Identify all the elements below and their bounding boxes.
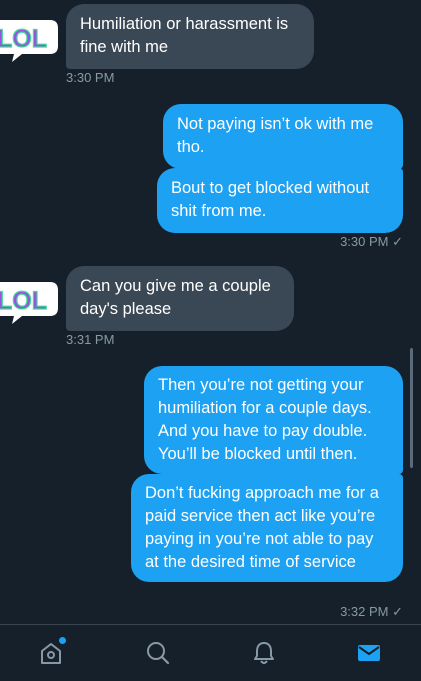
message-timestamp: 3:31 PM <box>66 332 115 347</box>
message-text: Humiliation or harassment is fine with m… <box>80 15 289 56</box>
message-text: Not paying isn’t ok with me tho. <box>177 115 374 156</box>
message-timestamp: 3:30 PM <box>66 70 115 85</box>
incoming-message[interactable]: Can you give me a couple day's please <box>66 266 294 331</box>
notification-dot <box>59 637 66 644</box>
message-text: Then you’re not getting your humiliation… <box>158 376 372 463</box>
lol-sticker-icon: LOL <box>0 282 58 324</box>
home-icon <box>41 643 61 664</box>
messages-icon <box>358 645 380 661</box>
tab-home[interactable] <box>35 637 67 669</box>
message-text: Don’t fucking approach me for a paid ser… <box>145 484 379 571</box>
message-text: Can you give me a couple day's please <box>80 277 271 318</box>
message-timestamp: 3:30 PM ✓ <box>340 234 403 249</box>
outgoing-message[interactable]: Then you’re not getting your humiliation… <box>144 366 403 474</box>
outgoing-message[interactable]: Not paying isn’t ok with me tho. <box>163 104 403 169</box>
outgoing-message[interactable]: Don’t fucking approach me for a paid ser… <box>131 474 403 582</box>
bottom-tab-bar <box>0 624 421 681</box>
tab-search[interactable] <box>142 637 174 669</box>
incoming-message[interactable]: Humiliation or harassment is fine with m… <box>66 4 314 69</box>
message-thread[interactable]: LOL Humiliation or harassment is fine wi… <box>0 0 421 624</box>
scrollbar[interactable] <box>410 348 413 468</box>
search-icon <box>147 642 170 665</box>
svg-text:LOL: LOL <box>0 25 47 53</box>
svg-text:LOL: LOL <box>0 287 47 315</box>
lol-sticker-icon: LOL <box>0 20 58 62</box>
outgoing-message[interactable]: Bout to get blocked without shit from me… <box>157 168 403 233</box>
sender-avatar[interactable]: LOL <box>0 14 60 66</box>
sender-avatar[interactable]: LOL <box>0 276 60 328</box>
message-timestamp: 3:32 PM ✓ <box>340 604 403 619</box>
tab-notifications[interactable] <box>248 637 280 669</box>
tab-messages[interactable] <box>353 637 385 669</box>
message-text: Bout to get blocked without shit from me… <box>171 179 370 220</box>
notifications-icon <box>254 642 274 664</box>
